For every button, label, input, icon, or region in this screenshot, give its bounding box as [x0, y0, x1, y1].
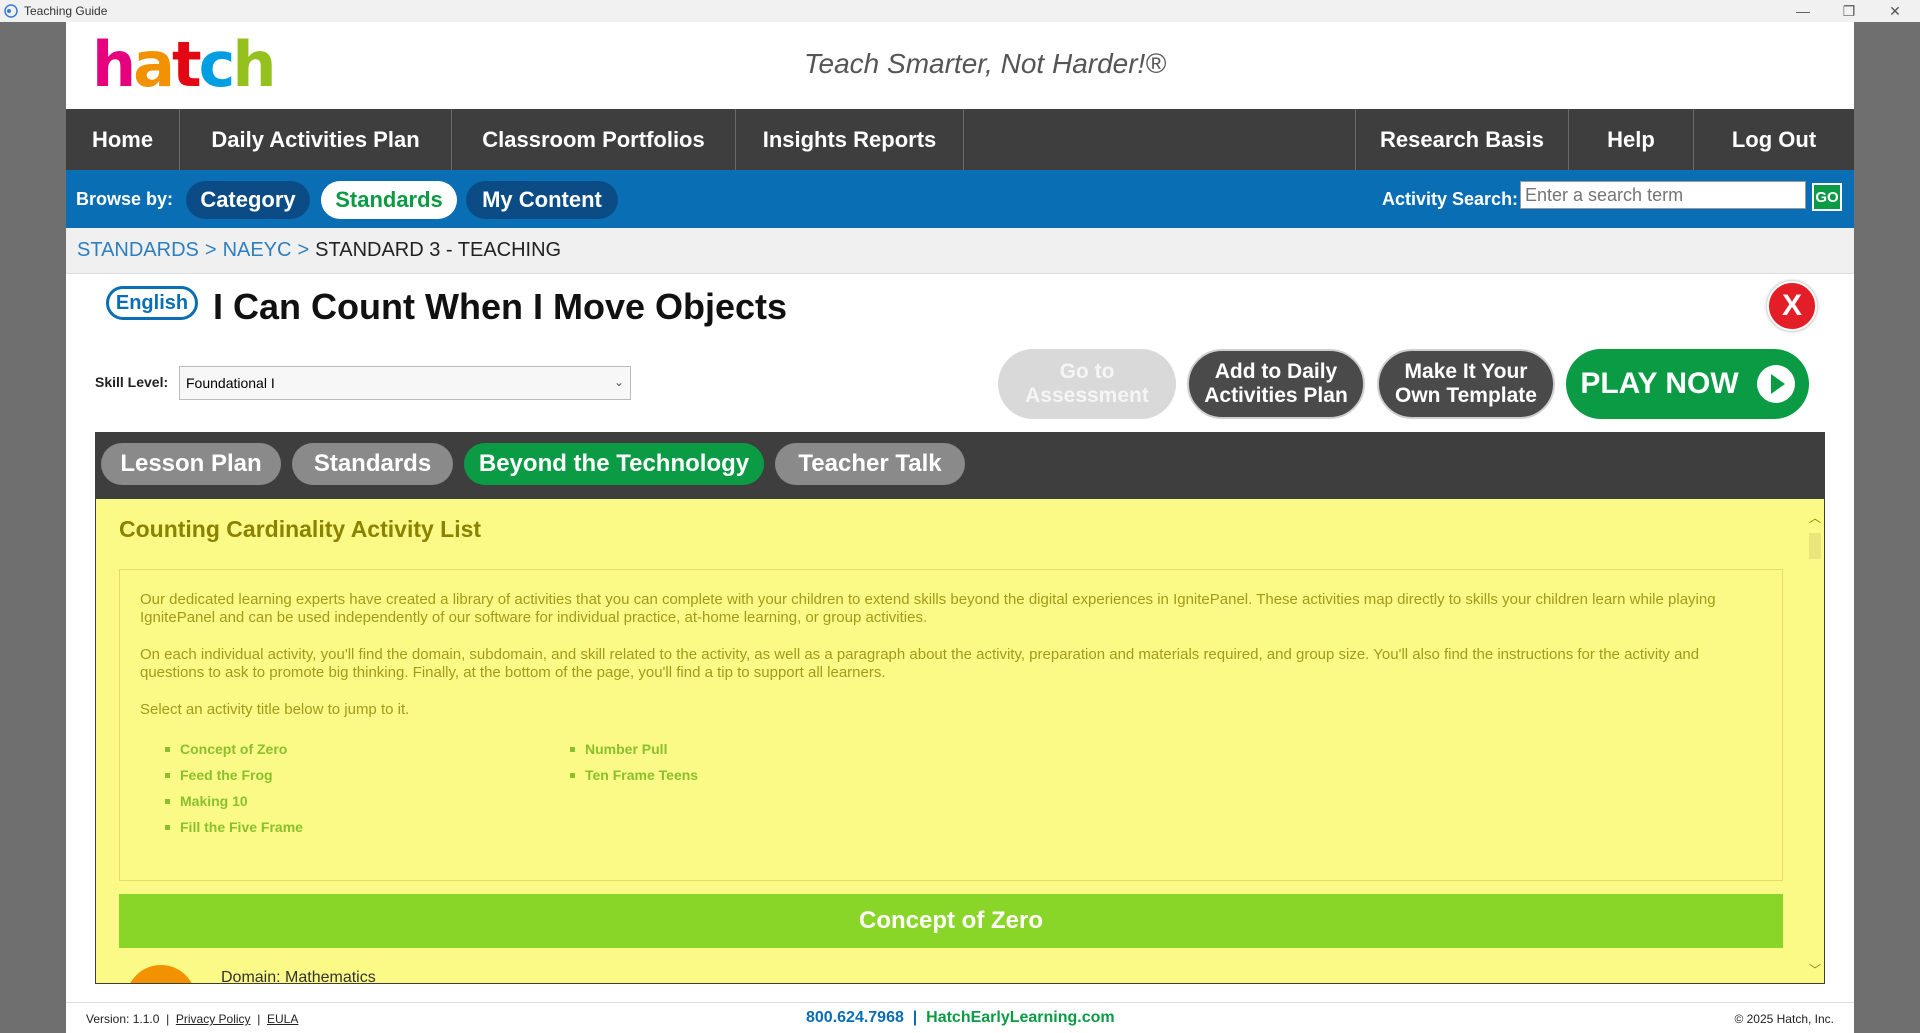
- browse-category[interactable]: Category: [186, 181, 310, 219]
- window-titlebar: Teaching Guide — ❐ ✕: [0, 0, 1920, 22]
- browse-label: Browse by:: [76, 189, 174, 209]
- tab-teacher-talk[interactable]: Teacher Talk: [775, 443, 965, 485]
- play-now-button[interactable]: PLAY NOW: [1566, 349, 1809, 419]
- breadcrumb-standards[interactable]: STANDARDS: [77, 239, 199, 262]
- search-go-button[interactable]: GO: [1812, 183, 1842, 211]
- activity-title: I Can Count When I Move Objects: [213, 286, 788, 327]
- eula-link[interactable]: EULA: [267, 1012, 298, 1026]
- play-icon: [1756, 365, 1795, 403]
- domain-icon: [126, 965, 196, 983]
- activity-link-making-10[interactable]: Making 10: [165, 793, 248, 809]
- privacy-policy-link[interactable]: Privacy Policy: [176, 1012, 251, 1026]
- breadcrumb-current: STANDARD 3 - TEACHING: [315, 239, 562, 261]
- main-nav: Home Daily Activities Plan Classroom Por…: [66, 109, 1854, 170]
- chevron-down-icon: ⌄: [613, 375, 624, 389]
- nav-spacer: [964, 109, 1356, 170]
- section-title-concept-of-zero: Concept of Zero: [119, 894, 1783, 948]
- intro-paragraph-3: Select an activity title below to jump t…: [140, 701, 410, 718]
- make-template-button[interactable]: Make It Your Own Template: [1377, 349, 1555, 419]
- scroll-up-icon[interactable]: ︿: [1809, 509, 1821, 526]
- play-now-label: PLAY NOW: [1580, 367, 1739, 400]
- app-icon: [4, 4, 18, 18]
- content-heading: Counting Cardinality Activity List: [119, 516, 482, 542]
- nav-classroom-portfolios[interactable]: Classroom Portfolios: [452, 109, 736, 170]
- tabs-bar: Lesson Plan Standards Beyond the Technol…: [95, 432, 1825, 498]
- phone-number: 800.624.7968: [806, 1009, 904, 1026]
- minimize-button[interactable]: —: [1780, 0, 1826, 22]
- scroll-down-icon[interactable]: ﹀: [1809, 961, 1821, 978]
- header: hatch Teach Smarter, Not Harder!®: [66, 22, 1854, 109]
- browse-my-content[interactable]: My Content: [466, 181, 618, 219]
- activity-link-number-pull[interactable]: Number Pull: [569, 741, 667, 757]
- close-activity-button[interactable]: X: [1767, 281, 1817, 331]
- scrollbar-thumb[interactable]: [1809, 533, 1821, 559]
- activity-link-fill-the-five-frame[interactable]: Fill the Five Frame: [165, 819, 303, 835]
- tagline: Teach Smarter, Not Harder!®: [804, 48, 1166, 79]
- breadcrumb: STANDARDS > NAEYC > STANDARD 3 - TEACHIN…: [66, 228, 1854, 274]
- browse-bar: Browse by: Category Standards My Content…: [66, 170, 1854, 228]
- activity-link-feed-the-frog[interactable]: Feed the Frog: [165, 767, 273, 783]
- activity-link-concept-of-zero[interactable]: Concept of Zero: [164, 741, 287, 757]
- version-text: Version: 1.1.0: [86, 1012, 160, 1026]
- website-link[interactable]: HatchEarlyLearning.com: [926, 1009, 1115, 1026]
- footer-left: Version: 1.1.0 | Privacy Policy | EULA: [86, 1012, 299, 1026]
- nav-log-out[interactable]: Log Out: [1694, 109, 1854, 170]
- tab-beyond-the-technology[interactable]: Beyond the Technology: [464, 443, 764, 485]
- content-panel: Counting Cardinality Activity List Our d…: [95, 498, 1825, 984]
- skill-level-label: Skill Level:: [95, 374, 169, 390]
- activity-search-label: Activity Search:: [1382, 189, 1519, 209]
- domain-label: Domain: Mathematics: [221, 969, 376, 984]
- browse-standards[interactable]: Standards: [321, 181, 457, 219]
- tab-standards[interactable]: Standards: [292, 443, 453, 485]
- app-frame: hatch Teach Smarter, Not Harder!® Home D…: [66, 22, 1854, 1033]
- footer: Version: 1.1.0 | Privacy Policy | EULA 8…: [66, 1002, 1854, 1033]
- add-to-daily-plan-button[interactable]: Add to Daily Activities Plan: [1187, 349, 1365, 419]
- window-close-button[interactable]: ✕: [1872, 0, 1918, 22]
- restore-button[interactable]: ❐: [1826, 0, 1872, 22]
- breadcrumb-separator: >: [204, 239, 217, 261]
- window-title: Teaching Guide: [24, 4, 108, 18]
- activity-search-input[interactable]: [1520, 181, 1806, 209]
- content-scrollbar[interactable]: ︿ ﹀: [1806, 499, 1824, 983]
- hatch-logo[interactable]: hatch: [92, 34, 277, 96]
- nav-help[interactable]: Help: [1569, 109, 1694, 170]
- tab-lesson-plan[interactable]: Lesson Plan: [101, 443, 281, 485]
- breadcrumb-naeyc[interactable]: NAEYC: [223, 239, 292, 262]
- language-badge[interactable]: English: [106, 286, 198, 320]
- nav-research-basis[interactable]: Research Basis: [1356, 109, 1569, 170]
- intro-paragraph-1: Our dedicated learning experts have crea…: [140, 591, 1716, 626]
- nav-daily-activities-plan[interactable]: Daily Activities Plan: [180, 109, 452, 170]
- intro-paragraph-2: On each individual activity, you'll find…: [140, 646, 1700, 681]
- intro-box: Our dedicated learning experts have crea…: [119, 569, 1783, 881]
- skill-level-value: Foundational I: [186, 375, 275, 391]
- nav-insights-reports[interactable]: Insights Reports: [736, 109, 964, 170]
- breadcrumb-separator: >: [297, 239, 310, 261]
- footer-contact: 800.624.7968 | HatchEarlyLearning.com: [806, 1009, 1115, 1026]
- activity-link-ten-frame-teens[interactable]: Ten Frame Teens: [569, 767, 698, 783]
- copyright: © 2025 Hatch, Inc.: [1734, 1012, 1834, 1026]
- skill-level-select[interactable]: Foundational I ⌄: [179, 366, 631, 400]
- nav-home[interactable]: Home: [66, 109, 180, 170]
- go-to-assessment-button[interactable]: Go to Assessment: [998, 349, 1176, 419]
